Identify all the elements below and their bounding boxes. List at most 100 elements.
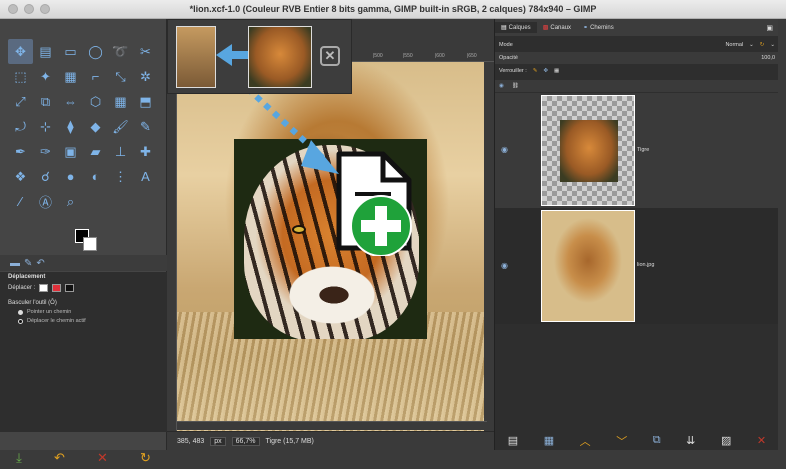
- move-layer-mode-icon[interactable]: [39, 284, 49, 292]
- lock-alpha-icon[interactable]: ▦: [554, 68, 559, 74]
- tab-paths[interactable]: ⚭ Chemins: [577, 22, 620, 33]
- ellipse-select-icon[interactable]: ◯: [83, 39, 108, 64]
- crop-icon[interactable]: ⌐: [83, 64, 108, 89]
- stamp-icon[interactable]: ⊥: [108, 139, 133, 164]
- zoom-icon[interactable]: ⌕: [58, 189, 83, 214]
- unified-transform-icon[interactable]: ⤡: [108, 64, 133, 89]
- mode-reset-icon[interactable]: ↻: [760, 42, 765, 48]
- move-selection-mode-icon[interactable]: [52, 284, 62, 292]
- lock-pixels-icon[interactable]: ✎: [533, 68, 538, 74]
- arrow-left-icon: [216, 44, 250, 66]
- delete-icon[interactable]: ✕: [97, 450, 108, 466]
- fuzzy-select-icon[interactable]: ⬚: [8, 64, 33, 89]
- opacity-row[interactable]: Opacité 100,0: [495, 52, 779, 64]
- move-path-mode-icon[interactable]: [65, 284, 75, 292]
- layer-info: Tigre (15,7 MB): [265, 437, 314, 445]
- reset-icon[interactable]: ↻: [140, 450, 151, 466]
- path-icon[interactable]: ⁄: [8, 189, 33, 214]
- layer-name: Tigre: [637, 147, 650, 153]
- clone-icon[interactable]: ⧫: [58, 114, 83, 139]
- image-canvas[interactable]: [177, 62, 484, 440]
- dock-menu-icon[interactable]: ▣: [766, 24, 773, 32]
- flip-icon[interactable]: ⇔: [58, 89, 83, 114]
- raise-layer-icon[interactable]: ︿: [580, 433, 591, 449]
- undo-tab-icon[interactable]: ↶: [36, 258, 44, 269]
- radio-move-active-path[interactable]: Déplacer le chemin actif: [18, 318, 159, 324]
- tool-options-panel: Déplacement Déplacer : Basculer l'outil …: [0, 272, 167, 432]
- layer-row-lion[interactable]: ◉ lion.jpg: [495, 208, 779, 324]
- scale-icon[interactable]: ⤢: [8, 89, 33, 114]
- close-icon[interactable]: ✕: [320, 46, 340, 66]
- eye-icon[interactable]: ◉: [501, 261, 508, 270]
- warp-icon[interactable]: ✲: [133, 64, 158, 89]
- text-icon[interactable]: A: [133, 164, 158, 189]
- pencil-icon[interactable]: ✎: [133, 114, 158, 139]
- magic-wand-icon[interactable]: ✦: [33, 64, 58, 89]
- grid-icon[interactable]: ▦: [108, 89, 133, 114]
- background-color[interactable]: [83, 237, 97, 251]
- lock-position-icon[interactable]: ✥: [543, 68, 548, 74]
- smudge-icon[interactable]: ☌: [33, 164, 58, 189]
- diamond-icon[interactable]: ◆: [83, 114, 108, 139]
- dodge-icon[interactable]: ●: [58, 164, 83, 189]
- merge-layer-icon[interactable]: ⇊: [686, 434, 695, 447]
- lower-layer-icon[interactable]: ﹀: [616, 433, 627, 449]
- status-bar: 385, 483 px 66,7% Tigre (15,7 MB): [167, 431, 494, 450]
- toolbox: ✥ ▤ ▭ ◯ ➰ ✂ ⬚ ✦ ▦ ⌐ ⤡ ✲ ⤢ ⧉ ⇔ ⬡ ▦ ⬒ ⤾ ⊹ ⧫ ◆ 🖌 ✎ ✒ ✑ ▣ ▰ ⊥ ✚ ❖ ☌ ● ◐ ⋮ A ⁄ Ⓐ ⌕ …: [0, 19, 167, 465]
- ink-icon[interactable]: ✑: [33, 139, 58, 164]
- scissors-icon[interactable]: ✂: [133, 39, 158, 64]
- horizontal-scrollbar[interactable]: [177, 421, 487, 430]
- paintbrush-icon[interactable]: 🖌: [108, 114, 133, 139]
- align-tool-icon[interactable]: ▤: [33, 39, 58, 64]
- handle-transform-icon[interactable]: ⊹: [33, 114, 58, 139]
- tiger-thumbnail: [248, 26, 312, 88]
- right-dock-edge: [778, 19, 786, 450]
- shear-icon[interactable]: ⧉: [33, 89, 58, 114]
- vertical-ruler: [167, 62, 177, 440]
- heal-icon[interactable]: ✚: [133, 139, 158, 164]
- opacity-value: 100,0: [761, 55, 775, 61]
- mask-icon[interactable]: ▨: [721, 434, 731, 447]
- opacity-label: Opacité: [499, 55, 518, 61]
- cage-icon[interactable]: ⬡: [83, 89, 108, 114]
- rect-select-icon[interactable]: ▭: [58, 39, 83, 64]
- brush-tab-icon[interactable]: ✎: [24, 258, 32, 269]
- zoom-select[interactable]: 66,7%: [231, 436, 260, 446]
- tab-layers[interactable]: ▤ Calques: [495, 22, 537, 33]
- chevron-down-icon: ⌄: [770, 42, 775, 48]
- transform-icon[interactable]: ⤾: [8, 114, 33, 139]
- toolbox-bottom-bar: ⤓ ↶ ✕ ↻: [0, 447, 167, 469]
- duplicate-layer-icon[interactable]: ⧉: [653, 434, 661, 447]
- move-tool-icon[interactable]: ✥: [8, 39, 33, 64]
- gegl-icon[interactable]: Ⓐ: [33, 189, 58, 214]
- delete-layer-icon[interactable]: ✕: [757, 434, 766, 447]
- ruler-label: |650: [467, 53, 477, 59]
- lasso-icon[interactable]: ➰: [108, 39, 133, 64]
- airbrush-icon[interactable]: ✒: [8, 139, 33, 164]
- pointer-coords: 385, 483: [177, 437, 205, 445]
- mode-select[interactable]: Normal ⌄ ↻ ⌄: [725, 42, 775, 48]
- color-select-icon[interactable]: ▦: [58, 64, 83, 89]
- eraser-icon[interactable]: ▰: [83, 139, 108, 164]
- layers-dock: ▤ Calques ▩ Canaux ⚭ Chemins ▣ Mode Normal ⌄…: [494, 19, 779, 450]
- image-icon[interactable]: ▣: [58, 139, 83, 164]
- tab-channels[interactable]: ▩ Canaux: [537, 22, 577, 33]
- restore-icon[interactable]: ↶: [54, 450, 65, 466]
- eye-icon[interactable]: ◉: [501, 145, 508, 154]
- new-group-icon[interactable]: ▦: [544, 434, 554, 447]
- save-options-icon[interactable]: ⤓: [16, 450, 22, 466]
- unit-select[interactable]: px: [210, 436, 226, 446]
- perspective-icon[interactable]: ⬒: [133, 89, 158, 114]
- layers-header: ◉ ⛓: [495, 80, 779, 92]
- layer-row-tigre[interactable]: ◉ Tigre: [495, 93, 779, 208]
- lion-layer-thumbnail: [541, 210, 635, 322]
- tool-options-tab-icon[interactable]: ▬: [10, 258, 20, 269]
- channels-tab-icon: ▩: [542, 25, 549, 31]
- color-selector[interactable]: [75, 229, 101, 253]
- new-layer-icon[interactable]: ▤: [508, 434, 518, 447]
- blend-icon[interactable]: ❖: [8, 164, 33, 189]
- radio-pick-path[interactable]: Pointer un chemin: [18, 309, 159, 315]
- mode-label: Mode: [499, 42, 513, 48]
- measure-icon[interactable]: ⋮: [108, 164, 133, 189]
- burn-icon[interactable]: ◐: [83, 164, 108, 189]
